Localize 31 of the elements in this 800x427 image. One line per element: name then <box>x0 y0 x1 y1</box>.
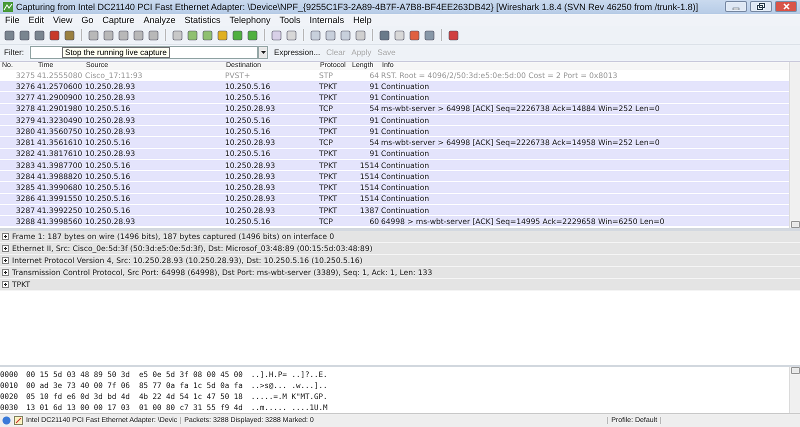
menu-item[interactable]: Statistics <box>184 15 220 26</box>
scrollbar[interactable] <box>789 62 800 228</box>
scroll-thumb[interactable] <box>790 220 800 228</box>
menu-item[interactable]: Telephony <box>229 15 271 26</box>
menu-item[interactable]: Tools <box>280 15 301 26</box>
menu-item[interactable]: Internals <box>310 15 344 26</box>
expand-icon[interactable] <box>2 268 9 276</box>
menu-item[interactable]: Capture <box>102 15 134 26</box>
expand-icon[interactable] <box>2 280 9 288</box>
menu-item[interactable]: Help <box>353 15 372 26</box>
menu-item[interactable]: Edit <box>28 15 44 26</box>
close-button[interactable] <box>775 1 797 12</box>
expand-icon[interactable] <box>2 232 9 240</box>
tooltip: Stop the running live capture <box>62 46 170 58</box>
close-icon <box>782 3 790 10</box>
restore-icon <box>757 3 765 10</box>
scrollbar[interactable] <box>789 367 800 414</box>
restore-button[interactable] <box>750 1 772 12</box>
expand-icon[interactable] <box>2 256 9 264</box>
window-title: Capturing from Intel DC21140 PCI Fast Ethernet Adapter: \Device\NPF_{9255C1F3-2A89-4B7F-A7B8-BF4EE263DB42} [Wireshark 1.8.4 (SVN Rev 46250 from /trunk-1.8)] <box>16 2 700 12</box>
filter-action-link[interactable]: Expression... <box>274 48 320 58</box>
menu-item[interactable]: Analyze <box>143 15 176 26</box>
menu-item[interactable]: View <box>53 15 72 26</box>
filter-dropdown-button[interactable] <box>258 46 268 60</box>
menu-item[interactable]: File <box>5 15 20 26</box>
edit-note-icon[interactable] <box>14 416 23 426</box>
menu-item[interactable]: Go <box>81 15 94 26</box>
scroll-thumb[interactable] <box>790 367 800 374</box>
filter-label: Filter: <box>4 48 24 58</box>
expand-icon[interactable] <box>2 244 9 252</box>
caret-icon <box>260 51 266 54</box>
